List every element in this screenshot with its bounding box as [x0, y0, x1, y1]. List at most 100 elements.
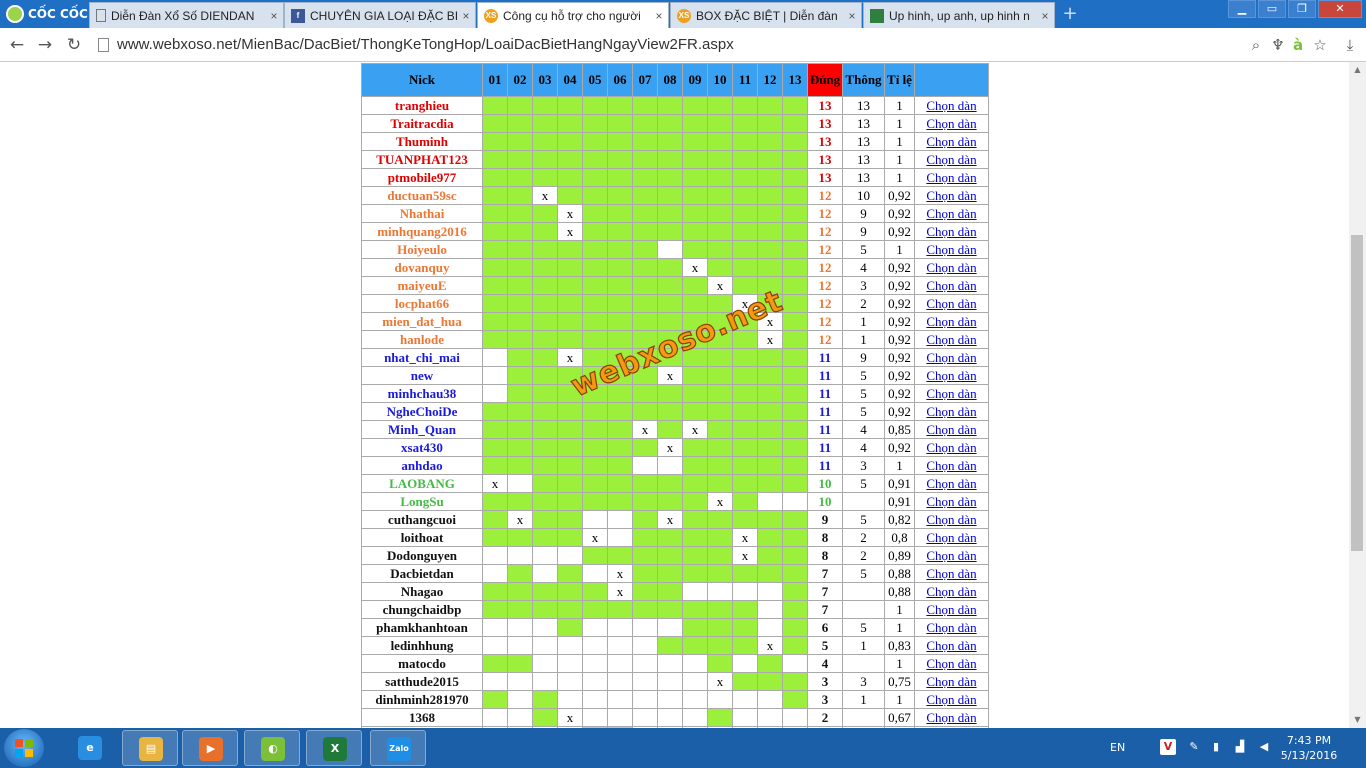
- choose-set-link[interactable]: Chọn dàn: [926, 512, 976, 527]
- choose-set-link[interactable]: Chọn dàn: [926, 440, 976, 455]
- hit-cell: [757, 204, 783, 223]
- choose-set-link[interactable]: Chọn dàn: [926, 278, 976, 293]
- clock-time: 7:43 PM: [1286, 734, 1332, 747]
- browser-tab[interactable]: XS Công cụ hỗ trợ cho người ×: [477, 2, 669, 28]
- browser-tab[interactable]: f CHUYÊN GIA LOẠI ĐẶC BIỆ ×: [284, 2, 476, 28]
- empty-cell: [682, 654, 708, 673]
- tile-cell: 1: [884, 168, 915, 187]
- thong-cell: 5: [842, 240, 885, 259]
- hit-cell: [607, 600, 633, 619]
- restore-icon-button[interactable]: ▭: [1258, 0, 1286, 18]
- pin-icon[interactable]: ♆: [1268, 34, 1288, 56]
- scroll-up-icon[interactable]: ▲: [1349, 62, 1366, 78]
- hit-cell: [782, 294, 808, 313]
- browser-tab[interactable]: XS BOX ĐẶC BIỆT | Diễn đàn ×: [670, 2, 862, 28]
- choose-set-link[interactable]: Chọn dàn: [926, 98, 976, 113]
- pen-icon[interactable]: ✎: [1186, 739, 1202, 755]
- hit-cell: [657, 294, 683, 313]
- choose-set-link[interactable]: Chọn dàn: [926, 188, 976, 203]
- choose-set-link[interactable]: Chọn dàn: [926, 602, 976, 617]
- hit-cell: [607, 438, 633, 457]
- choose-set-link[interactable]: Chọn dàn: [926, 296, 976, 311]
- empty-cell: [582, 636, 608, 655]
- browser-tab[interactable]: Up hinh, up anh, up hinh n ×: [863, 2, 1055, 28]
- empty-cell: [757, 582, 783, 601]
- new-tab-button[interactable]: +: [1060, 4, 1080, 24]
- choose-set-link[interactable]: Chọn dàn: [926, 692, 976, 707]
- network-signal-icon[interactable]: ▟: [1232, 739, 1248, 755]
- hit-cell: [732, 474, 758, 493]
- bookmark-star-icon[interactable]: ☆: [1310, 34, 1330, 56]
- choose-set-link[interactable]: Chọn dàn: [926, 638, 976, 653]
- url-field[interactable]: www.webxoso.net/MienBac/DacBiet/ThongKeT…: [98, 33, 1238, 57]
- choose-set-link[interactable]: Chọn dàn: [926, 494, 976, 509]
- tab-close-icon[interactable]: ×: [650, 9, 668, 23]
- choose-set-link[interactable]: Chọn dàn: [926, 710, 976, 725]
- choose-set-link[interactable]: Chọn dàn: [926, 224, 976, 239]
- choose-set-link[interactable]: Chọn dàn: [926, 566, 976, 581]
- hit-cell: [582, 600, 608, 619]
- choose-set-link[interactable]: Chọn dàn: [926, 152, 976, 167]
- xoso-icon: XS: [484, 8, 498, 23]
- choose-set-link[interactable]: Chọn dàn: [926, 674, 976, 689]
- hit-cell: [657, 168, 683, 187]
- choose-set-link[interactable]: Chọn dàn: [926, 404, 976, 419]
- forward-button[interactable]: →: [34, 34, 56, 56]
- taskbar-app-button[interactable]: X: [306, 730, 362, 766]
- choose-set-link[interactable]: Chọn dàn: [926, 260, 976, 275]
- vertical-scrollbar[interactable]: ▲ ▼: [1349, 62, 1366, 728]
- system-clock[interactable]: 7:43 PM 5/13/2016: [1270, 733, 1348, 763]
- taskbar-app-button[interactable]: Zalo: [370, 730, 426, 766]
- hit-cell: [782, 438, 808, 457]
- scroll-down-icon[interactable]: ▼: [1349, 712, 1366, 728]
- hit-cell: [657, 96, 683, 115]
- choose-set-link[interactable]: Chọn dàn: [926, 620, 976, 635]
- choose-set-link[interactable]: Chọn dàn: [926, 548, 976, 563]
- choose-set-link[interactable]: Chọn dàn: [926, 314, 976, 329]
- choose-set-link[interactable]: Chọn dàn: [926, 350, 976, 365]
- hit-cell: [632, 132, 658, 151]
- choose-set-link[interactable]: Chọn dàn: [926, 386, 976, 401]
- choose-set-link[interactable]: Chọn dàn: [926, 206, 976, 221]
- browser-tab[interactable]: Diễn Đàn Xổ Số DIENDAN ×: [89, 2, 284, 28]
- choose-set-link[interactable]: Chọn dàn: [926, 368, 976, 383]
- minimize-button[interactable]: ▁: [1228, 0, 1256, 18]
- battery-icon[interactable]: ▮: [1208, 739, 1224, 755]
- choose-set-link[interactable]: Chọn dàn: [926, 422, 976, 437]
- tab-title: Công cụ hỗ trợ cho người: [503, 8, 641, 23]
- start-button[interactable]: [4, 729, 44, 767]
- tab-close-icon[interactable]: ×: [1036, 9, 1054, 23]
- taskbar-app-button[interactable]: e: [62, 730, 118, 766]
- language-indicator[interactable]: EN: [1110, 741, 1125, 754]
- maximize-button[interactable]: ❐: [1288, 0, 1316, 18]
- choose-set-link[interactable]: Chọn dàn: [926, 242, 976, 257]
- vietkey-icon[interactable]: V: [1160, 739, 1176, 755]
- taskbar-app-button[interactable]: ▤: [122, 730, 178, 766]
- zoom-icon[interactable]: ⌕: [1246, 34, 1266, 56]
- hit-cell: [757, 474, 783, 493]
- back-button[interactable]: ←: [6, 34, 28, 56]
- choose-set-link[interactable]: Chọn dàn: [926, 458, 976, 473]
- taskbar-app-button[interactable]: ▶: [182, 730, 238, 766]
- close-window-button[interactable]: ✕: [1318, 0, 1362, 18]
- choose-set-link[interactable]: Chọn dàn: [926, 656, 976, 671]
- tab-close-icon[interactable]: ×: [265, 9, 283, 23]
- choose-set-link[interactable]: Chọn dàn: [926, 170, 976, 185]
- reload-button[interactable]: ↻: [63, 34, 85, 56]
- tab-close-icon[interactable]: ×: [457, 9, 475, 23]
- download-icon[interactable]: ⤓: [1340, 34, 1360, 56]
- choose-set-link[interactable]: Chọn dàn: [926, 476, 976, 491]
- tab-close-icon[interactable]: ×: [843, 9, 861, 23]
- hit-cell: [782, 186, 808, 205]
- scrollbar-thumb[interactable]: [1351, 235, 1363, 551]
- vietnamese-input-icon[interactable]: à: [1288, 34, 1308, 56]
- taskbar-app-button[interactable]: ◐: [244, 730, 300, 766]
- choose-set-link[interactable]: Chọn dàn: [926, 584, 976, 599]
- choose-set-link[interactable]: Chọn dàn: [926, 134, 976, 149]
- choose-set-link[interactable]: Chọn dàn: [926, 332, 976, 347]
- hit-cell: [607, 474, 633, 493]
- choose-set-link[interactable]: Chọn dàn: [926, 116, 976, 131]
- coccoc-logo[interactable]: CỐC CỐC: [0, 0, 88, 28]
- choose-set-cell: Chọn dàn: [914, 168, 989, 187]
- choose-set-link[interactable]: Chọn dàn: [926, 530, 976, 545]
